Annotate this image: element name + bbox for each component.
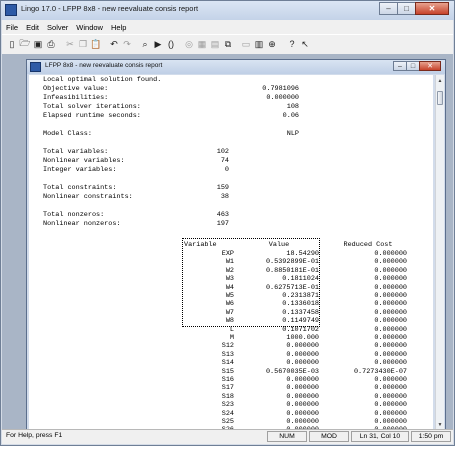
print-icon[interactable]: ⎙ — [45, 38, 57, 50]
report-minimize-button[interactable]: – — [393, 61, 407, 71]
redo-icon[interactable]: ↷ — [121, 38, 133, 50]
total-constraints-value: 159 — [216, 184, 229, 192]
cascade-icon[interactable]: ⧉ — [222, 38, 234, 50]
save-icon[interactable]: ▣ — [32, 38, 44, 50]
integer-variables-value: 0 — [224, 166, 229, 174]
new-file-icon[interactable]: ▯ — [6, 38, 18, 50]
toolbar: ▯ 🗁 ▣ ⎙ ✂ ❐ 📋 ↶ ↷ ⌕ ▶ () ◎ ▦ ▤ ⧉ ▭ ▥ ⊕ ?… — [2, 34, 453, 55]
copy-icon[interactable]: ❐ — [77, 38, 89, 50]
lingo-app-icon — [5, 4, 17, 16]
match-parenthesis-icon[interactable]: () — [165, 38, 177, 50]
help-icon[interactable]: ? — [286, 38, 298, 50]
menu-window[interactable]: Window — [72, 23, 107, 32]
total-nonzeros-value: 463 — [216, 211, 229, 219]
solution-report[interactable]: Local optimal solution found. Objective … — [29, 75, 433, 430]
cut-icon[interactable]: ✂ — [64, 38, 76, 50]
report-maximize-button[interactable]: □ — [406, 61, 420, 71]
app-window: Lingo 17.0 - LFPP 8x8 - new reevaluate c… — [0, 0, 455, 446]
nonlinear-nonzeros-value: 197 — [216, 220, 229, 228]
runtime-label: Elapsed runtime seconds: — [43, 112, 141, 120]
objective-value: 0.7981096 — [262, 85, 299, 93]
scroll-up-arrow-icon[interactable]: ▲ — [436, 76, 444, 85]
header-reduced-cost: Reduced Cost — [343, 241, 393, 249]
find-icon[interactable]: ⌕ — [139, 38, 151, 50]
total-nonzeros-label: Total nonzeros: — [43, 211, 105, 219]
integer-variables-label: Integer variables: — [43, 166, 117, 174]
menu-edit[interactable]: Edit — [22, 23, 43, 32]
report-icon — [30, 62, 41, 72]
runtime-value: 0.06 — [282, 112, 299, 120]
status-mod: MOD — [309, 431, 349, 442]
status-time: 1:50 pm — [411, 431, 451, 442]
options-icon[interactable]: ▦ — [196, 38, 208, 50]
report-window: LFPP 8x8 - new reevaluate consis report … — [26, 59, 446, 432]
status-bar: For Help, press F1 NUM MOD Ln 31, Col 10… — [2, 429, 453, 444]
report-window-title-bar[interactable]: LFPP 8x8 - new reevaluate consis report … — [27, 60, 445, 74]
objective-label: Objective value: — [43, 85, 109, 93]
close-all-icon[interactable]: ▭ — [240, 38, 252, 50]
model-class-label: Model Class: — [43, 130, 92, 138]
vertical-scrollbar[interactable]: ▲ ▼ — [435, 75, 444, 430]
maximize-button[interactable]: □ — [397, 2, 416, 15]
paste-icon[interactable]: 📋 — [90, 38, 102, 50]
model-class-value: NLP — [286, 130, 299, 138]
status-num: NUM — [267, 431, 307, 442]
goto-line-icon[interactable]: ▶ — [152, 38, 164, 50]
mdi-workspace: LFPP 8x8 - new reevaluate consis report … — [2, 54, 453, 432]
open-folder-icon[interactable]: 🗁 — [19, 38, 31, 50]
menu-bar: File Edit Solver Window Help — [2, 20, 453, 34]
report-close-button[interactable]: ✕ — [419, 61, 441, 71]
minimize-button[interactable]: – — [379, 2, 398, 15]
undo-icon[interactable]: ↶ — [108, 38, 120, 50]
scroll-thumb[interactable] — [437, 91, 443, 105]
nonlinear-nonzeros-label: Nonlinear nonzeros: — [43, 220, 121, 228]
status-help-text: For Help, press F1 — [6, 432, 63, 439]
report-window-title: LFPP 8x8 - new reevaluate consis report — [45, 62, 163, 69]
nonlinear-constraints-value: 38 — [220, 193, 229, 201]
title-bar[interactable]: Lingo 17.0 - LFPP 8x8 - new reevaluate c… — [1, 1, 454, 20]
nonlinear-constraints-label: Nonlinear constraints: — [43, 193, 133, 201]
close-button[interactable]: ✕ — [415, 2, 449, 15]
iterations-label: Total solver iterations: — [43, 103, 141, 111]
header-variable: Variable — [184, 241, 217, 249]
summary-status: Local optimal solution found. — [43, 76, 162, 84]
nonlinear-variables-value: 74 — [220, 157, 229, 165]
scroll-down-arrow-icon[interactable]: ▼ — [436, 420, 444, 429]
bullseye-icon[interactable]: ⊕ — [266, 38, 278, 50]
nonlinear-variables-label: Nonlinear variables: — [43, 157, 125, 165]
arrange-icon[interactable]: ▥ — [253, 38, 265, 50]
header-value: Value — [268, 241, 290, 249]
iterations-value: 108 — [286, 103, 299, 111]
total-variables-value: 102 — [216, 148, 229, 156]
status-position: Ln 31, Col 10 — [351, 431, 409, 442]
solve-icon[interactable]: ◎ — [183, 38, 195, 50]
menu-help[interactable]: Help — [107, 23, 130, 32]
menu-solver[interactable]: Solver — [43, 23, 72, 32]
menu-file[interactable]: File — [2, 23, 22, 32]
total-variables-label: Total variables: — [43, 148, 109, 156]
window-title: Lingo 17.0 - LFPP 8x8 - new reevaluate c… — [21, 4, 199, 13]
context-help-icon[interactable]: ↖ — [299, 38, 311, 50]
infeasibilities-value: 0.000000 — [266, 94, 299, 102]
total-constraints-label: Total constraints: — [43, 184, 117, 192]
infeasibilities-label: Infeasibilities: — [43, 94, 109, 102]
tile-icon[interactable]: ▤ — [209, 38, 221, 50]
